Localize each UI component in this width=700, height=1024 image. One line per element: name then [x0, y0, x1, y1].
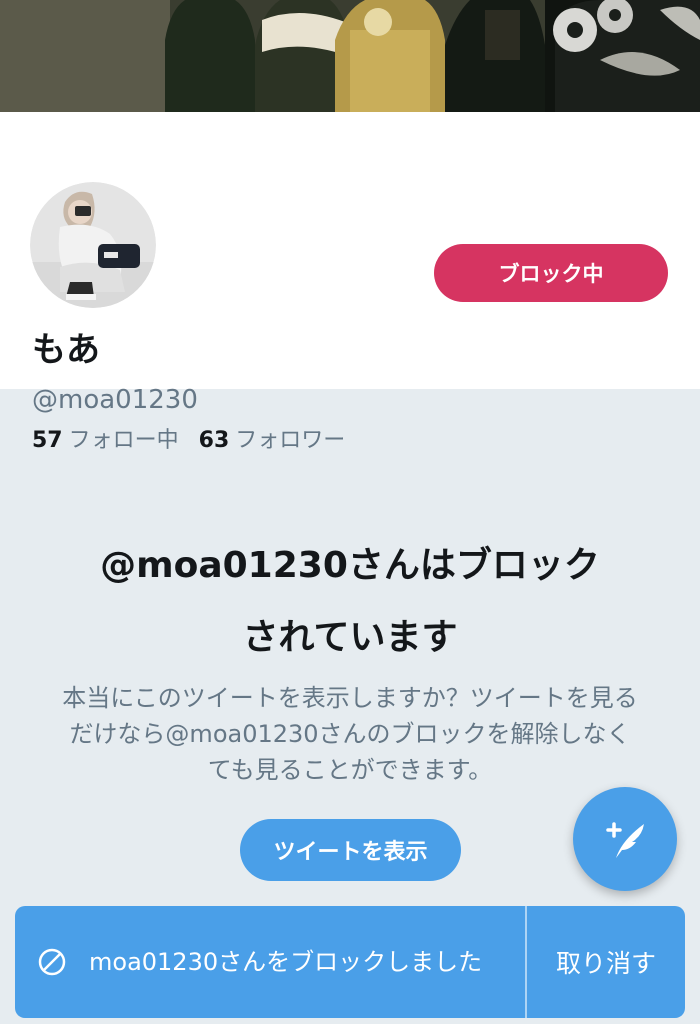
- avatar[interactable]: [25, 177, 161, 313]
- toast-message-area: moa01230さんをブロックしました: [15, 906, 525, 1018]
- profile-handle: @moa01230: [32, 385, 198, 415]
- profile-banner: [0, 0, 700, 112]
- profile-display-name: もあ: [32, 330, 100, 370]
- profile-card: ブロック中 もあ @moa01230 57 フォロー中 63 フォロワー: [0, 112, 700, 453]
- followers-stat[interactable]: 63 フォロワー: [199, 426, 346, 456]
- undo-button[interactable]: 取り消す: [527, 906, 685, 1018]
- following-count: 57: [32, 428, 63, 453]
- profile-stats: 57 フォロー中 63 フォロワー: [32, 426, 345, 456]
- blocked-toast: moa01230さんをブロックしました 取り消す: [15, 906, 685, 1018]
- followers-label: フォロワー: [235, 428, 346, 453]
- blocked-notice-title: @moa01230さんはブロック されています: [0, 530, 700, 674]
- compose-tweet-button[interactable]: [573, 787, 677, 891]
- show-tweets-button[interactable]: ツイートを表示: [240, 819, 461, 881]
- blocked-title-line1: @moa01230さんはブロック: [100, 545, 600, 586]
- following-label: フォロー中: [68, 428, 179, 453]
- compose-tweet-icon: [606, 822, 644, 858]
- toast-message: moa01230さんをブロックしました: [89, 948, 483, 976]
- blocked-icon: [38, 948, 66, 976]
- followers-count: 63: [198, 428, 230, 453]
- blocked-title-line2: されています: [242, 617, 458, 658]
- following-stat[interactable]: 57 フォロー中: [32, 426, 179, 456]
- blocked-button[interactable]: ブロック中: [434, 244, 668, 302]
- blocked-notice-description: 本当にこのツイートを表示しますか？ツイートを見るだけなら@moa01230さんの…: [62, 684, 638, 784]
